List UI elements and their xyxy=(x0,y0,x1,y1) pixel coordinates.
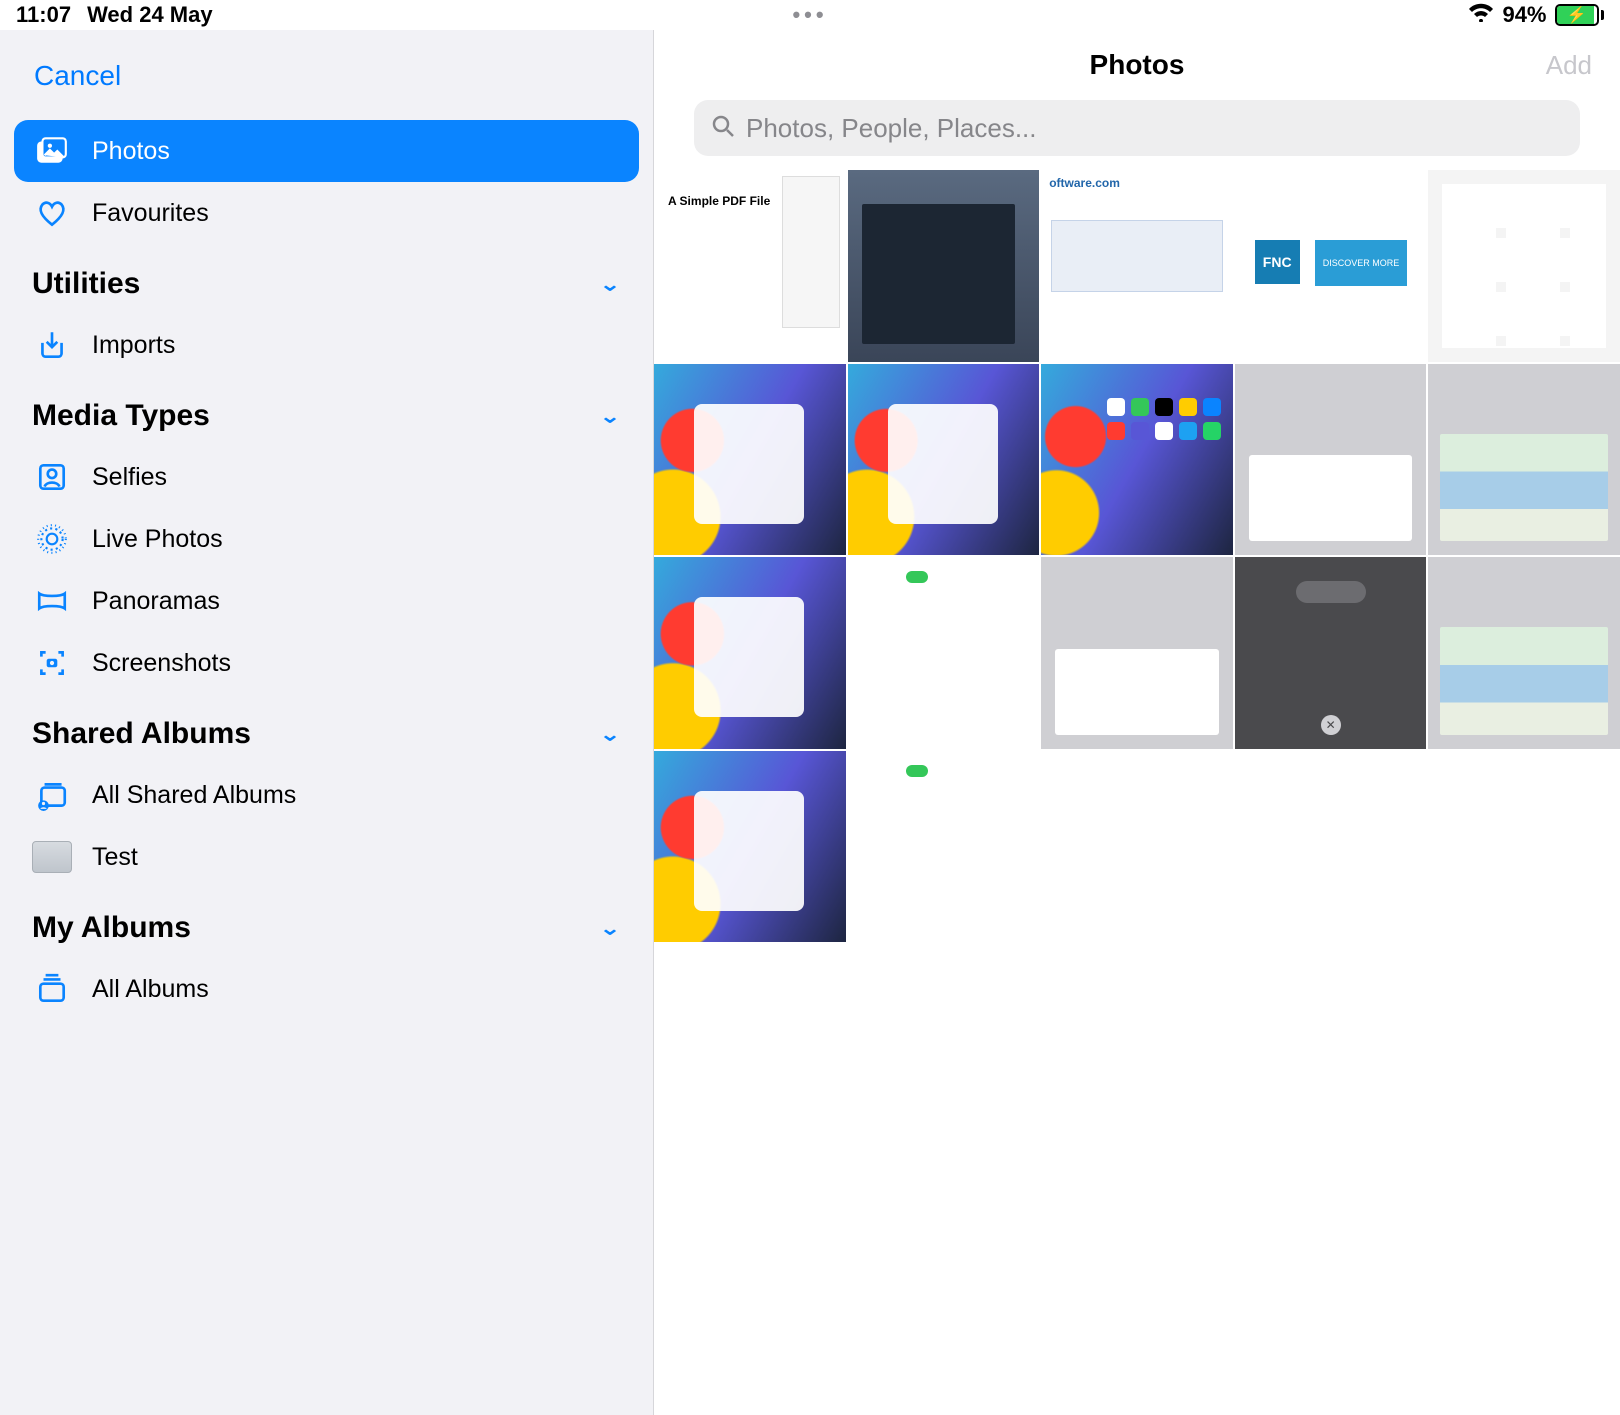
photo-thumbnail[interactable] xyxy=(654,364,846,556)
photo-thumbnail[interactable] xyxy=(1428,557,1620,749)
battery-icon: ⚡ xyxy=(1555,4,1605,26)
photo-thumbnail[interactable] xyxy=(848,364,1040,556)
status-time: 11:07 xyxy=(16,2,71,28)
sidebar-item-screenshots[interactable]: Screenshots xyxy=(14,632,639,694)
sidebar-item-panoramas[interactable]: Panoramas xyxy=(14,570,639,632)
photo-grid xyxy=(654,170,1620,942)
status-date: Wed 24 May xyxy=(87,2,213,28)
photo-thumbnail[interactable] xyxy=(848,751,1040,943)
heart-icon xyxy=(32,196,72,230)
sidebar-item-label: Panoramas xyxy=(92,587,220,616)
page-title: Photos xyxy=(1090,49,1185,81)
sidebar-item-label: Photos xyxy=(92,137,170,166)
photo-thumbnail[interactable] xyxy=(1428,364,1620,556)
section-utilities[interactable]: Utilities ⌄ xyxy=(14,254,639,314)
panorama-icon xyxy=(32,584,72,618)
photo-thumbnail[interactable] xyxy=(848,170,1040,362)
live-photo-icon xyxy=(32,522,72,556)
sidebar: Cancel Photos Favourites Utilities ⌄ Imp… xyxy=(0,30,654,1415)
sidebar-item-selfies[interactable]: Selfies xyxy=(14,446,639,508)
section-my-albums[interactable]: My Albums ⌄ xyxy=(14,898,639,958)
section-shared-albums[interactable]: Shared Albums ⌄ xyxy=(14,704,639,764)
sidebar-item-label: Imports xyxy=(92,331,175,360)
multitask-dots-icon[interactable]: ••• xyxy=(792,8,827,22)
photo-thumbnail[interactable] xyxy=(1041,557,1233,749)
selfie-icon xyxy=(32,460,72,494)
cancel-button[interactable]: Cancel xyxy=(14,46,639,120)
search-field[interactable] xyxy=(694,100,1580,156)
sidebar-item-live-photos[interactable]: Live Photos xyxy=(14,508,639,570)
shared-album-icon xyxy=(32,778,72,812)
sidebar-item-imports[interactable]: Imports xyxy=(14,314,639,376)
sidebar-item-test[interactable]: Test xyxy=(14,826,639,888)
sidebar-item-label: Test xyxy=(92,843,138,872)
screenshot-icon xyxy=(32,646,72,680)
photo-thumbnail[interactable] xyxy=(848,557,1040,749)
section-label: My Albums xyxy=(32,911,191,945)
sidebar-item-all-albums[interactable]: All Albums xyxy=(14,958,639,1020)
sidebar-item-label: Live Photos xyxy=(92,525,223,554)
album-thumbnail xyxy=(32,841,72,873)
search-icon xyxy=(710,113,736,144)
add-button[interactable]: Add xyxy=(1546,50,1592,81)
photos-icon xyxy=(32,134,72,168)
sidebar-item-label: Screenshots xyxy=(92,649,231,678)
sidebar-item-label: Favourites xyxy=(92,199,209,228)
section-label: Utilities xyxy=(32,267,140,301)
chevron-down-icon: ⌄ xyxy=(599,273,621,295)
search-input[interactable] xyxy=(746,113,1564,144)
photo-thumbnail[interactable] xyxy=(654,170,846,362)
sidebar-item-photos[interactable]: Photos xyxy=(14,120,639,182)
section-label: Media Types xyxy=(32,399,210,433)
sidebar-item-label: All Shared Albums xyxy=(92,781,296,810)
import-icon xyxy=(32,328,72,362)
sidebar-item-favourites[interactable]: Favourites xyxy=(14,182,639,244)
sidebar-item-all-shared-albums[interactable]: All Shared Albums xyxy=(14,764,639,826)
chevron-down-icon: ⌄ xyxy=(599,405,621,427)
photo-thumbnail[interactable] xyxy=(1041,364,1233,556)
header: Photos Add xyxy=(654,30,1620,100)
battery-percent: 94% xyxy=(1502,2,1546,28)
chevron-down-icon: ⌄ xyxy=(599,723,621,745)
photo-thumbnail[interactable] xyxy=(654,751,846,943)
photo-thumbnail[interactable] xyxy=(1428,170,1620,362)
photo-thumbnail[interactable] xyxy=(1235,557,1427,749)
photo-thumbnail[interactable] xyxy=(1041,170,1233,362)
albums-icon xyxy=(32,972,72,1006)
sidebar-item-label: Selfies xyxy=(92,463,167,492)
chevron-down-icon: ⌄ xyxy=(599,917,621,939)
wifi-icon xyxy=(1468,2,1494,28)
section-media-types[interactable]: Media Types ⌄ xyxy=(14,386,639,446)
section-label: Shared Albums xyxy=(32,717,251,751)
sidebar-item-label: All Albums xyxy=(92,975,209,1004)
status-bar: 11:07 Wed 24 May ••• 94% ⚡ xyxy=(0,0,1620,30)
main-panel: Photos Add xyxy=(654,30,1620,1415)
photo-thumbnail[interactable] xyxy=(1235,170,1427,362)
photo-thumbnail[interactable] xyxy=(654,557,846,749)
photo-thumbnail[interactable] xyxy=(1235,364,1427,556)
